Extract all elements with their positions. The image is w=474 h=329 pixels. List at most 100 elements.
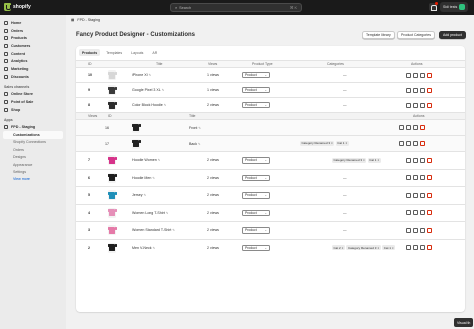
edit-pencil-icon[interactable]: ✎ xyxy=(198,126,201,130)
sidebar-item-products[interactable]: Products xyxy=(0,34,66,42)
delete-icon[interactable] xyxy=(427,245,432,251)
product-type-select[interactable]: Product ⌄ xyxy=(242,227,270,234)
edit-pencil-icon[interactable]: ✎ xyxy=(172,228,175,232)
title-cell[interactable]: Men V-Neck ✎ xyxy=(132,240,202,257)
duplicate-icon[interactable] xyxy=(413,157,418,163)
view-title[interactable]: Back xyxy=(189,142,197,146)
table-row[interactable]: 7 Hoodie Women ✎ 2 views Product ⌄ Category Re… xyxy=(76,151,465,169)
edit-pencil-icon[interactable]: ✎ xyxy=(166,211,169,215)
settings-icon[interactable] xyxy=(420,192,425,198)
delete-icon[interactable] xyxy=(420,125,425,130)
settings-icon[interactable] xyxy=(413,125,418,130)
product-title[interactable]: Google Pixel 3 XL xyxy=(132,88,161,92)
view-title-cell[interactable]: Front ✎ xyxy=(189,120,249,135)
table-row[interactable]: 2 Men V-Neck ✎ 2 views Product ⌄ Cat 2 × Categor… xyxy=(76,238,465,257)
table-row[interactable]: 3 Women Standard T-Shirt ✎ 2 views Product ⌄ — xyxy=(76,221,465,239)
edit-icon[interactable] xyxy=(406,175,411,181)
duplicate-icon[interactable] xyxy=(413,192,418,198)
product-title[interactable]: Women Standard T-Shirt xyxy=(132,228,171,232)
product-type-select[interactable]: Product ⌄ xyxy=(242,71,270,79)
table-row[interactable]: 8 Color Block Hoodie ✎ 2 views Product ⌄ — xyxy=(76,97,465,112)
sidebar-subitem-shopify-connections[interactable]: Shopify Connections xyxy=(0,139,66,146)
product-title[interactable]: Hoodie Men xyxy=(132,176,151,180)
template-library-button[interactable]: Template library xyxy=(362,31,395,39)
view-title[interactable]: Front xyxy=(189,126,197,130)
table-row[interactable]: 9 Google Pixel 3 XL ✎ 1 views Product ⌄ — xyxy=(76,82,465,97)
edit-icon[interactable] xyxy=(406,227,411,233)
title-cell[interactable]: iPhone XI ✎ xyxy=(132,68,202,82)
product-type-select[interactable]: Product ⌄ xyxy=(242,101,270,109)
store-menu[interactable]: Sidi tests xyxy=(440,2,469,12)
sidebar-subitem-orders[interactable]: Orders xyxy=(0,146,66,153)
duplicate-icon[interactable] xyxy=(413,102,418,108)
delete-icon[interactable] xyxy=(427,192,432,198)
remove-chip-icon[interactable]: × xyxy=(342,246,344,250)
remove-chip-icon[interactable]: × xyxy=(345,141,347,145)
title-cell[interactable]: Color Block Hoodie ✎ xyxy=(132,98,202,112)
edit-icon[interactable] xyxy=(406,102,411,108)
edit-icon[interactable] xyxy=(406,72,411,78)
sidebar-item-content[interactable]: Content xyxy=(0,50,66,58)
settings-icon[interactable] xyxy=(420,210,425,216)
product-type-select[interactable]: Product ⌄ xyxy=(242,86,270,94)
sidebar-item-home[interactable]: Home xyxy=(0,19,66,27)
product-title[interactable]: Men V-Neck xyxy=(132,246,152,250)
add-product-button[interactable]: Add product xyxy=(439,31,466,39)
edit-icon[interactable] xyxy=(406,157,411,163)
shopify-logo[interactable]: shopify xyxy=(4,3,31,11)
product-title[interactable]: Women Long T-Shirt xyxy=(132,211,165,215)
title-cell[interactable]: Women Standard T-Shirt ✎ xyxy=(132,222,202,239)
delete-icon[interactable] xyxy=(427,227,432,233)
product-type-select[interactable]: Product ⌄ xyxy=(242,157,270,164)
duplicate-icon[interactable] xyxy=(406,141,411,146)
edit-icon[interactable] xyxy=(399,141,404,146)
table-row[interactable]: 5 Jersey ✎ 2 views Product ⌄ — xyxy=(76,186,465,204)
edit-pencil-icon[interactable]: ✎ xyxy=(152,176,155,180)
sidebar-item-discounts[interactable]: Discounts xyxy=(0,73,66,81)
edit-pencil-icon[interactable]: ✎ xyxy=(198,142,201,146)
search-input[interactable]: ⌕ Search ⌘ K xyxy=(170,3,302,12)
edit-icon[interactable] xyxy=(399,125,404,130)
tab-templates[interactable]: Templates xyxy=(103,49,125,56)
edit-pencil-icon[interactable]: ✎ xyxy=(162,88,165,92)
duplicate-icon[interactable] xyxy=(413,210,418,216)
product-type-select[interactable]: Product ⌄ xyxy=(242,209,270,216)
delete-icon[interactable] xyxy=(427,72,432,78)
product-title[interactable]: Jersey xyxy=(132,193,143,197)
settings-icon[interactable] xyxy=(420,175,425,181)
title-cell[interactable]: Google Pixel 3 XL ✎ xyxy=(132,83,202,97)
product-title[interactable]: Color Block Hoodie xyxy=(132,103,163,107)
view-more-link[interactable]: View more xyxy=(0,176,66,183)
duplicate-icon[interactable] xyxy=(413,72,418,78)
remove-chip-icon[interactable]: × xyxy=(377,246,379,250)
edit-pencil-icon[interactable]: ✎ xyxy=(149,73,152,77)
delete-icon[interactable] xyxy=(427,210,432,216)
remove-chip-icon[interactable]: × xyxy=(331,141,333,145)
remove-chip-icon[interactable]: × xyxy=(392,246,394,250)
sidebar-item-point-of-sale[interactable]: Point of Sale xyxy=(0,98,66,106)
edit-icon[interactable] xyxy=(406,245,411,251)
product-title[interactable]: iPhone XI xyxy=(132,73,148,77)
remove-chip-icon[interactable]: × xyxy=(377,158,379,162)
breadcrumb[interactable]: ▦ FPD - Staging xyxy=(71,18,100,22)
bell-icon[interactable] xyxy=(429,2,438,11)
edit-icon[interactable] xyxy=(406,210,411,216)
edit-pencil-icon[interactable]: ✎ xyxy=(158,158,161,162)
settings-icon[interactable] xyxy=(420,72,425,78)
sidebar-item-online-store[interactable]: Online Store xyxy=(0,91,66,99)
sales-channels-heading[interactable]: Sales channels xyxy=(0,84,66,91)
edit-icon[interactable] xyxy=(406,87,411,93)
visual-theme-button[interactable]: Visual th xyxy=(454,318,474,327)
sidebar-item-fpd-staging[interactable]: FPD - Staging xyxy=(0,124,66,132)
title-cell[interactable]: Jersey ✎ xyxy=(132,187,202,204)
sidebar-subitem-appearance[interactable]: Appearance xyxy=(0,161,66,168)
view-row[interactable]: 17 Back ✎ xyxy=(76,135,465,151)
delete-icon[interactable] xyxy=(427,157,432,163)
sidebar-subitem-settings[interactable]: Settings xyxy=(0,168,66,175)
table-row[interactable]: 4 Women Long T-Shirt ✎ 2 views Product ⌄ — xyxy=(76,203,465,222)
delete-icon[interactable] xyxy=(427,175,432,181)
product-title[interactable]: Hoodie Women xyxy=(132,158,157,162)
view-title-cell[interactable]: Back ✎ xyxy=(189,136,249,151)
product-type-select[interactable]: Product ⌄ xyxy=(242,244,270,251)
sidebar-item-shop[interactable]: Shop xyxy=(0,106,66,114)
